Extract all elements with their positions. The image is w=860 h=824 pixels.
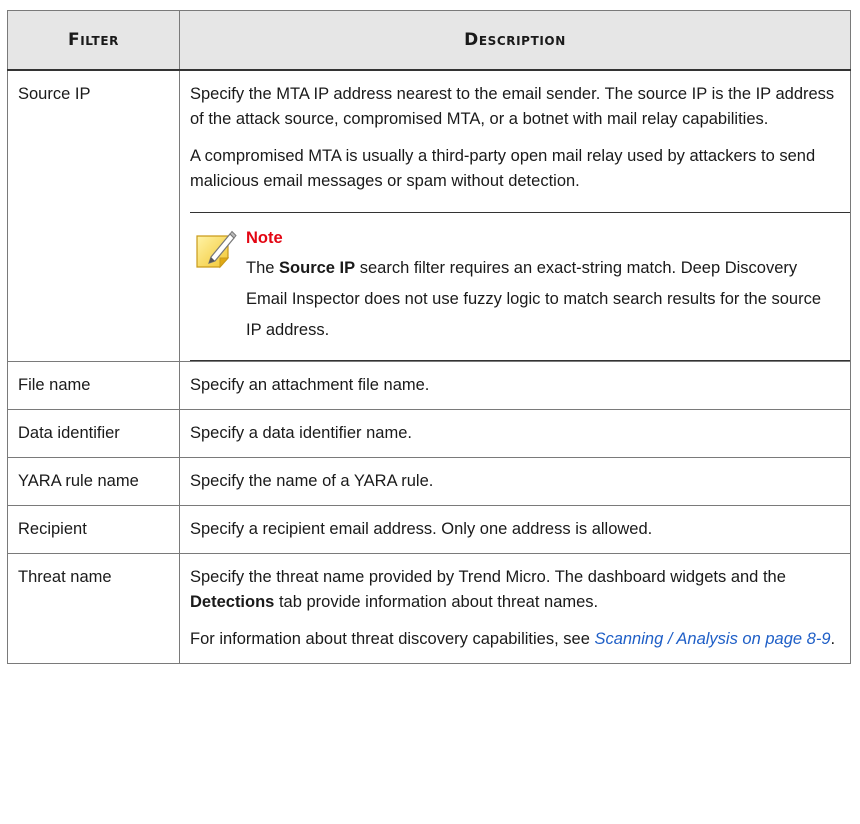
- filter-description: Specify the MTA IP address nearest to th…: [179, 69, 851, 362]
- note-text-part: The: [246, 259, 280, 277]
- scanning-analysis-link[interactable]: Scanning / Analysis on page 8-9: [594, 630, 830, 648]
- description-paragraph: Specify the MTA IP address nearest to th…: [190, 85, 835, 128]
- filter-name: Recipient: [7, 505, 180, 554]
- text-part: For information about threat discovery c…: [190, 630, 595, 648]
- filter-column-header: Filter: [7, 10, 180, 71]
- filter-description: Specify a data identifier name.: [179, 409, 851, 458]
- text-part: .: [830, 630, 836, 648]
- filter-description: Specify a recipient email address. Only …: [179, 505, 851, 554]
- table-header-row: Filter Description: [7, 10, 851, 71]
- text-part: tab provide information about threat nam…: [274, 593, 599, 611]
- table-row: Source IP Specify the MTA IP address nea…: [7, 69, 851, 362]
- filter-name: Source IP: [7, 69, 180, 362]
- filter-description: Specify an attachment file name.: [179, 361, 851, 410]
- text-part: Specify the threat name provided by Tren…: [190, 568, 786, 586]
- table-row: Threat name Specify the threat name prov…: [7, 553, 851, 664]
- filter-name: YARA rule name: [7, 457, 180, 506]
- description-paragraph: For information about threat discovery c…: [190, 627, 840, 652]
- description-paragraph: Specify the threat name provided by Tren…: [190, 565, 840, 615]
- description-paragraph: A compromised MTA is usually a third-par…: [190, 147, 816, 190]
- filter-name: Data identifier: [7, 409, 180, 458]
- detections-tab-name: Detections: [190, 593, 275, 611]
- filter-description: Specify the threat name provided by Tren…: [179, 553, 851, 664]
- note-text-bold: Source IP: [279, 259, 356, 277]
- note-pencil-icon: [194, 228, 238, 272]
- description-column-header: Description: [179, 10, 851, 71]
- note-text: The Source IP search filter requires an …: [246, 253, 830, 346]
- document-page: Filter Description Source IP Specify the…: [0, 0, 860, 824]
- table-row: Recipient Specify a recipient email addr…: [7, 505, 851, 554]
- note-box: Note The Source IP search filter require…: [190, 212, 850, 361]
- note-title: Note: [246, 229, 283, 247]
- filter-description: Specify the name of a YARA rule.: [179, 457, 851, 506]
- filter-name: File name: [7, 361, 180, 410]
- search-filters-table: Filter Description Source IP Specify the…: [7, 10, 851, 664]
- filter-name: Threat name: [7, 553, 180, 664]
- table-row: YARA rule name Specify the name of a YAR…: [7, 457, 851, 506]
- table-row: Data identifier Specify a data identifie…: [7, 409, 851, 458]
- table-row: File name Specify an attachment file nam…: [7, 361, 851, 410]
